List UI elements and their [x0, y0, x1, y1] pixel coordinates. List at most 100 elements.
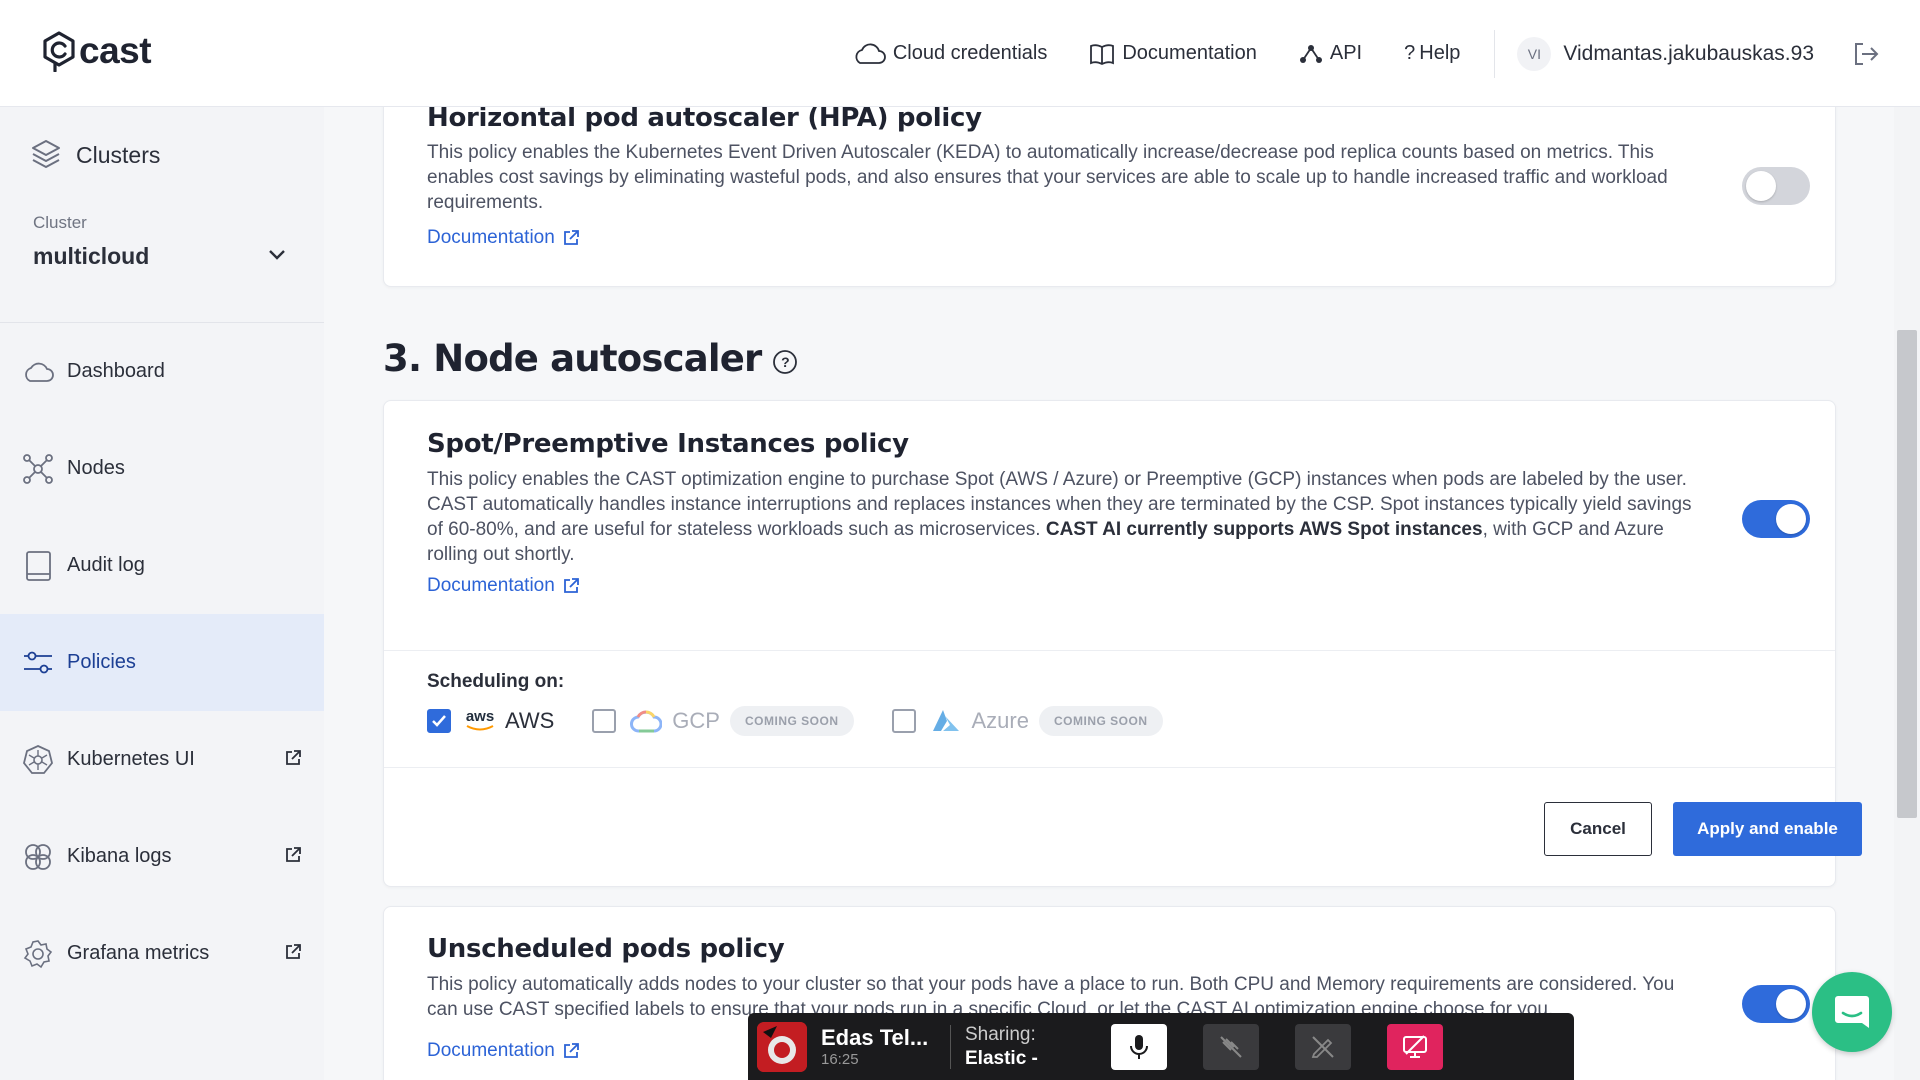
documentation-link-label: Documentation	[427, 227, 555, 248]
aws-logo-icon: aws	[465, 709, 495, 732]
username[interactable]: Vidmantas.jakubauskas.93	[1563, 42, 1814, 66]
meeting-avatar	[757, 1021, 807, 1072]
video-button[interactable]	[1203, 1023, 1259, 1070]
chevron-down-icon[interactable]	[268, 249, 286, 261]
external-link-icon	[286, 944, 301, 959]
meeting-time: 16:25	[821, 1051, 859, 1068]
meeting-participant-name: Edas Tel...	[821, 1025, 929, 1050]
sidebar-item-policies[interactable]: Policies	[0, 614, 324, 711]
sliders-icon	[24, 651, 52, 673]
sidebar-item-label: Kubernetes UI	[67, 748, 195, 770]
sidebar-item-dashboard[interactable]: Dashboard	[0, 323, 324, 420]
sidebar: Clusters Cluster multicloud Dashboard No…	[0, 107, 324, 1080]
gcp-logo-icon	[630, 710, 663, 733]
help-link[interactable]: ? Help	[1404, 42, 1460, 65]
meeting-participant: Edas Tel... 16:25	[807, 1025, 936, 1068]
logo-text: cast	[79, 30, 152, 71]
hpa-policy-card: Horizontal pod autoscaler (HPA) policy T…	[383, 107, 1836, 287]
sidebar-clusters-link[interactable]: Clusters	[0, 107, 324, 203]
sharing-status: Sharing: Elastic -	[965, 1023, 1075, 1071]
spot-policy-toggle[interactable]	[1742, 500, 1810, 538]
sidebar-item-kubernetes-ui[interactable]: Kubernetes UI	[0, 711, 324, 808]
documentation-link-label: Documentation	[427, 575, 555, 596]
draw-button[interactable]	[1295, 1023, 1351, 1070]
api-label: API	[1329, 42, 1363, 64]
gcp-checkbox[interactable]	[592, 709, 617, 733]
cluster-selector[interactable]: Cluster multicloud	[0, 203, 324, 323]
documentation-link-label: Documentation	[427, 1040, 555, 1061]
chat-button[interactable]	[1812, 972, 1892, 1052]
toggle-knob	[1776, 989, 1806, 1019]
help-label: Help	[1419, 42, 1461, 64]
divider	[950, 1024, 951, 1069]
provider-options: aws AWS GCP COMING SOON Azure COMING SOO…	[427, 701, 1201, 741]
cloud-credentials-label: Cloud credentials	[892, 42, 1048, 64]
external-link-icon	[563, 230, 579, 245]
documentation-link[interactable]: Documentation	[427, 575, 580, 597]
sidebar-item-label: Dashboard	[67, 360, 165, 382]
sidebar-item-kibana-logs[interactable]: Kibana logs	[0, 808, 324, 905]
cloud-credentials-link[interactable]: Cloud credentials	[852, 42, 1048, 65]
top-nav: Cloud credentials Documentation API ? He…	[852, 0, 1920, 107]
card-title: Horizontal pod autoscaler (HPA) policy	[427, 107, 982, 133]
main-content: Horizontal pod autoscaler (HPA) policy T…	[324, 107, 1894, 1080]
documentation-link[interactable]: Documentation	[427, 227, 580, 249]
avatar[interactable]: VI	[1517, 36, 1552, 71]
cloud-icon	[855, 43, 886, 64]
section-heading: 3. Node autoscaler ?	[383, 337, 798, 380]
logout-icon	[1855, 42, 1879, 65]
meeting-share-bar: Edas Tel... 16:25 Sharing: Elastic -	[748, 1013, 1574, 1080]
svg-text:?: ?	[781, 354, 789, 370]
description-bold-text: CAST AI currently supports AWS Spot inst…	[1045, 519, 1483, 540]
card-description: This policy enables the CAST optimizatio…	[427, 467, 1692, 567]
spot-policy-card: Spot/Preemptive Instances policy This po…	[383, 400, 1862, 887]
hpa-policy-toggle[interactable]	[1742, 167, 1810, 205]
video-off-icon	[1220, 1035, 1242, 1058]
documentation-link[interactable]: Documentation	[1089, 42, 1257, 65]
nodes-icon	[23, 453, 53, 484]
provider-azure[interactable]: Azure COMING SOON	[891, 706, 1163, 736]
sidebar-item-label: Audit log	[67, 554, 145, 576]
api-icon	[1299, 44, 1322, 63]
azure-logo-icon	[932, 710, 959, 731]
logout-button[interactable]	[1852, 41, 1880, 67]
sidebar-item-grafana-metrics[interactable]: Grafana metrics	[0, 905, 324, 1002]
sidebar-item-label: Nodes	[67, 457, 125, 479]
external-link-icon	[563, 1043, 579, 1058]
documentation-link[interactable]: Documentation	[427, 1040, 580, 1062]
stop-sharing-button[interactable]	[1387, 1023, 1443, 1070]
external-link-icon	[286, 750, 301, 765]
card-title: Unscheduled pods policy	[427, 934, 785, 964]
kubernetes-icon	[23, 744, 53, 774]
section-title: 3. Node autoscaler	[383, 337, 762, 380]
azure-checkbox[interactable]	[891, 709, 916, 733]
chat-icon	[1835, 996, 1869, 1028]
layers-icon	[32, 140, 60, 168]
pencil-off-icon	[1311, 1035, 1334, 1058]
aws-label: AWS	[505, 708, 555, 733]
provider-aws[interactable]: aws AWS	[427, 708, 554, 734]
sidebar-item-nodes[interactable]: Nodes	[0, 420, 324, 517]
apply-and-enable-button[interactable]: Apply and enable	[1673, 802, 1862, 856]
sidebar-clusters-label: Clusters	[76, 141, 161, 168]
toggle-knob	[1746, 171, 1776, 201]
cluster-label: Cluster	[33, 213, 87, 232]
microphone-button[interactable]	[1111, 1023, 1167, 1070]
aws-checkbox[interactable]	[427, 709, 451, 733]
microphone-icon	[1130, 1034, 1148, 1059]
cast-logo[interactable]: cast	[41, 30, 152, 72]
participant-avatar-icon	[757, 1021, 807, 1072]
documentation-label: Documentation	[1122, 42, 1257, 64]
sidebar-item-audit-log[interactable]: Audit log	[0, 517, 324, 614]
gcp-label: GCP	[672, 708, 720, 733]
unscheduled-pods-toggle[interactable]	[1742, 985, 1810, 1023]
coming-soon-badge: COMING SOON	[729, 706, 854, 736]
help-circle-icon[interactable]: ?	[772, 349, 798, 375]
scrollbar-thumb[interactable]	[1897, 330, 1917, 818]
card-title: Spot/Preemptive Instances policy	[427, 429, 909, 459]
card-description: This policy enables the Kubernetes Event…	[427, 142, 1668, 213]
scheduling-label: Scheduling on:	[427, 671, 565, 692]
api-link[interactable]: API	[1299, 42, 1362, 65]
provider-gcp[interactable]: GCP COMING SOON	[592, 706, 854, 736]
cancel-button[interactable]: Cancel	[1544, 802, 1652, 856]
